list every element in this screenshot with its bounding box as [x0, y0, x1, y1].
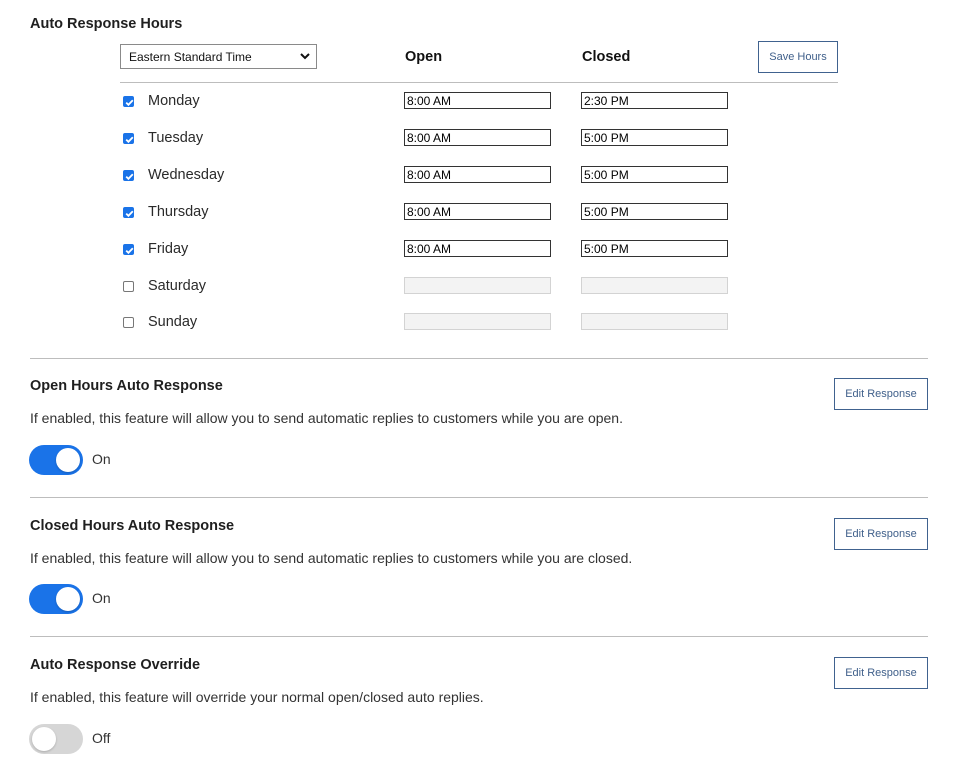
day-row: Thursday 8:00 AM 5:00 PM [120, 202, 740, 224]
closed-time-input[interactable]: 5:00 PM [581, 202, 728, 220]
open-time-input[interactable]: 8:00 AM [404, 92, 551, 109]
check-icon [125, 247, 134, 254]
chevron-down-icon [299, 50, 311, 65]
open-time-input[interactable]: 8:00 AM [404, 202, 551, 220]
section-divider [30, 358, 928, 359]
closed-time-input[interactable]: 2:30 PM [581, 92, 728, 109]
day-row: Wednesday 8:00 AM 5:00 PM [120, 165, 740, 187]
closed-hours-description: If enabled, this feature will allow you … [30, 550, 633, 566]
closed-column-header: Closed [582, 49, 631, 65]
closed-time-input[interactable] [581, 313, 728, 331]
toggle-knob [56, 448, 80, 472]
override-description: If enabled, this feature will override y… [30, 689, 484, 705]
open-time-input[interactable] [404, 313, 551, 331]
day-row: Tuesday 8:00 AM 5:00 PM [120, 128, 740, 150]
day-row: Monday 8:00 AM 2:30 PM [120, 92, 740, 113]
closed-time-input[interactable]: 5:00 PM [581, 239, 728, 257]
day-label: Tuesday [148, 129, 204, 146]
open-hours-description: If enabled, this feature will allow you … [30, 410, 623, 426]
day-label: Sunday [148, 314, 198, 331]
closed-hours-toggle-label: On [92, 590, 111, 606]
open-time-input[interactable] [404, 276, 551, 294]
check-icon [125, 173, 134, 180]
check-icon [125, 210, 134, 217]
open-time-input[interactable]: 8:00 AM [404, 239, 551, 257]
day-checkbox[interactable] [123, 169, 134, 181]
section-divider [30, 497, 928, 498]
hours-header-divider [120, 82, 838, 83]
override-toggle-label: Off [92, 730, 111, 746]
check-icon [125, 136, 134, 143]
day-row: Saturday [120, 276, 740, 298]
open-hours-toggle-label: On [92, 451, 111, 467]
edit-closed-response-button[interactable]: Edit Response [834, 518, 928, 550]
day-label: Monday [148, 93, 200, 109]
closed-hours-title: Closed Hours Auto Response [30, 518, 235, 534]
day-label: Saturday [148, 277, 207, 294]
timezone-value: Eastern Standard Time [129, 50, 252, 64]
day-checkbox[interactable] [123, 243, 134, 255]
open-column-header: Open [405, 49, 443, 65]
toggle-knob [32, 727, 56, 751]
check-icon [125, 99, 134, 107]
toggle-knob [56, 587, 80, 611]
hours-title: Auto Response Hours [30, 16, 183, 32]
override-title: Auto Response Override [30, 657, 201, 673]
edit-open-response-button[interactable]: Edit Response [834, 378, 928, 410]
closed-time-input[interactable] [581, 276, 728, 294]
closed-time-input[interactable]: 5:00 PM [581, 128, 728, 146]
timezone-select[interactable]: Eastern Standard Time [120, 44, 317, 69]
day-checkbox[interactable] [123, 132, 134, 144]
open-hours-toggle[interactable] [29, 445, 83, 475]
day-row: Sunday [120, 313, 740, 334]
day-checkbox[interactable] [123, 280, 134, 292]
day-label: Thursday [148, 203, 209, 220]
day-row: Friday 8:00 AM 5:00 PM [120, 239, 740, 261]
open-time-input[interactable]: 8:00 AM [404, 165, 551, 183]
day-checkbox[interactable] [123, 206, 134, 218]
closed-hours-toggle[interactable] [29, 584, 83, 614]
day-checkbox[interactable] [123, 317, 134, 329]
open-hours-title: Open Hours Auto Response [30, 378, 223, 394]
open-time-input[interactable]: 8:00 AM [404, 128, 551, 146]
section-divider [30, 636, 928, 637]
closed-time-input[interactable]: 5:00 PM [581, 165, 728, 183]
day-label: Wednesday [148, 166, 225, 183]
day-label: Friday [148, 240, 189, 257]
override-toggle[interactable] [29, 724, 83, 754]
edit-override-response-button[interactable]: Edit Response [834, 657, 928, 689]
day-checkbox[interactable] [123, 96, 134, 107]
save-hours-button[interactable]: Save Hours [758, 41, 838, 73]
